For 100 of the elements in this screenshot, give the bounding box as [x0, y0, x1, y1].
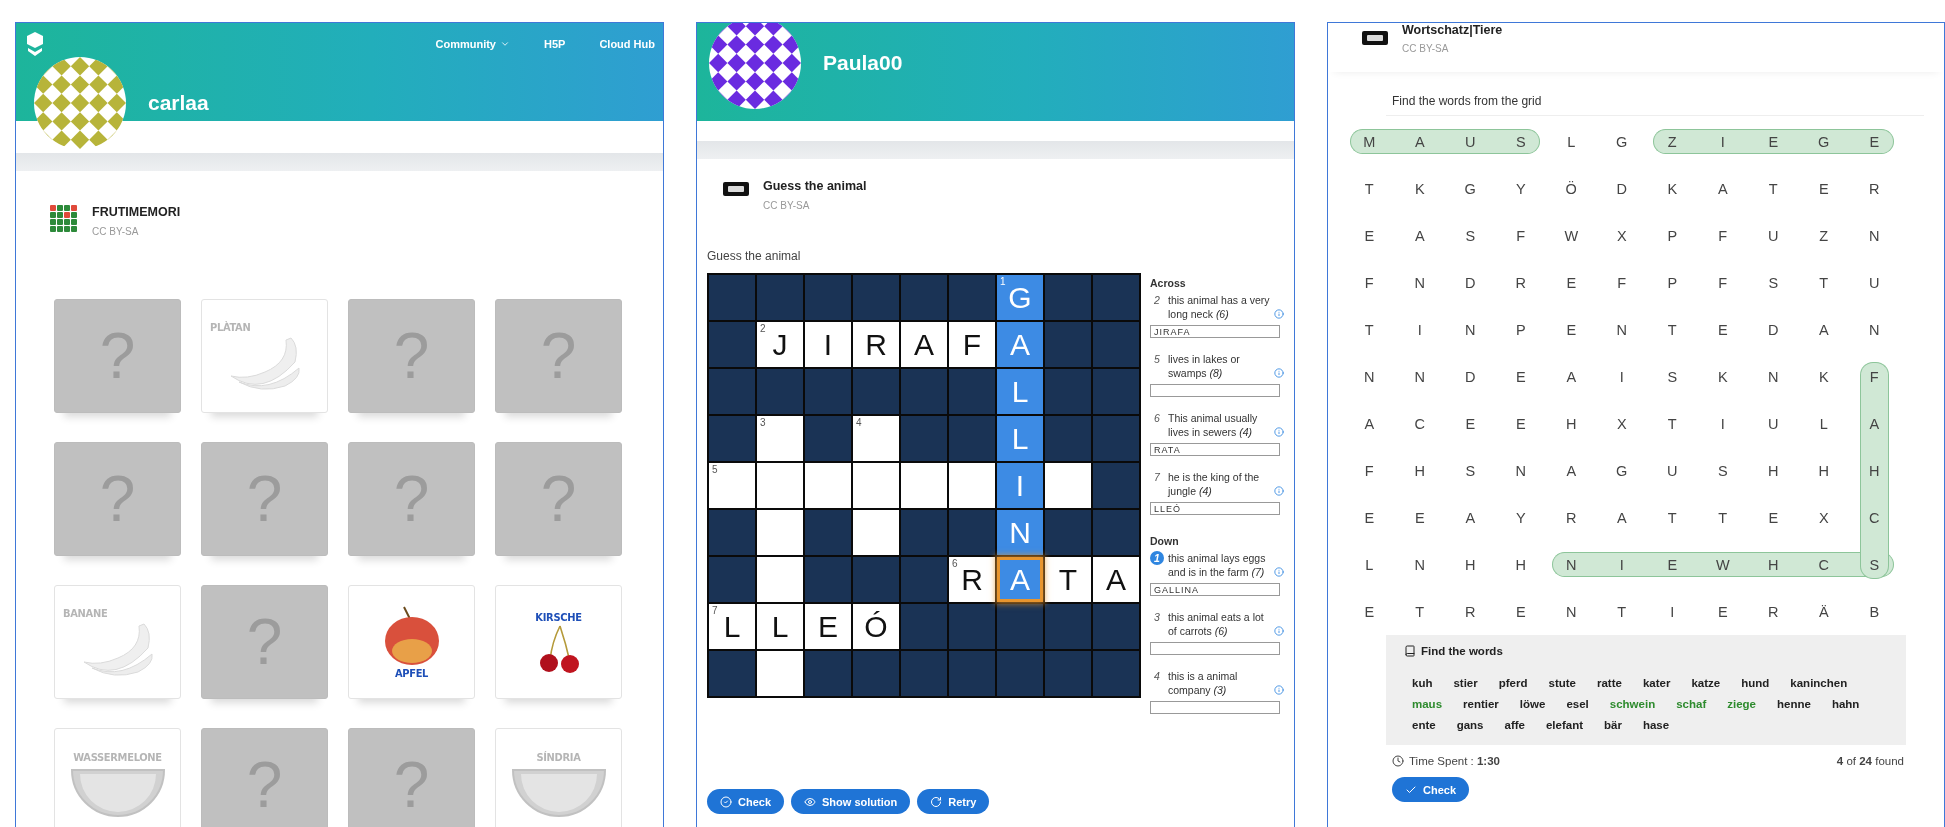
- grid-letter[interactable]: A: [1364, 415, 1375, 432]
- grid-letter[interactable]: E: [1768, 509, 1779, 526]
- letter-cell[interactable]: [853, 463, 899, 508]
- grid-letter[interactable]: Z: [1667, 133, 1677, 150]
- memory-card[interactable]: KIRSCHE: [495, 585, 622, 699]
- grid-letter[interactable]: W: [1564, 227, 1579, 244]
- grid-letter[interactable]: R: [1869, 180, 1880, 197]
- grid-letter[interactable]: A: [1566, 462, 1577, 479]
- grid-letter[interactable]: X: [1616, 227, 1627, 244]
- letter-cell[interactable]: [757, 651, 803, 696]
- grid-letter[interactable]: S: [1515, 133, 1526, 150]
- grid-letter[interactable]: F: [1718, 227, 1728, 244]
- letter-cell[interactable]: 5: [709, 463, 755, 508]
- grid-letter[interactable]: Y: [1515, 180, 1526, 197]
- grid-letter[interactable]: H: [1869, 462, 1880, 479]
- info-icon[interactable]: [1274, 368, 1284, 378]
- grid-letter[interactable]: P: [1667, 274, 1678, 291]
- grid-letter[interactable]: H: [1566, 415, 1577, 432]
- grid-letter[interactable]: S: [1465, 227, 1476, 244]
- grid-letter[interactable]: K: [1414, 180, 1425, 197]
- grid-letter[interactable]: H: [1818, 462, 1829, 479]
- letter-cell[interactable]: A: [1093, 557, 1139, 602]
- grid-letter[interactable]: S: [1717, 462, 1728, 479]
- letter-cell[interactable]: L: [757, 604, 803, 649]
- grid-letter[interactable]: G: [1464, 180, 1476, 197]
- grid-letter[interactable]: X: [1616, 415, 1627, 432]
- grid-letter[interactable]: H: [1465, 556, 1476, 573]
- answer-field[interactable]: LLEÓ: [1150, 502, 1280, 515]
- grid-letter[interactable]: N: [1414, 274, 1425, 291]
- info-icon[interactable]: [1274, 309, 1284, 319]
- grid-letter[interactable]: C: [1869, 509, 1880, 526]
- grid-letter[interactable]: F: [1617, 274, 1627, 291]
- grid-letter[interactable]: G: [1616, 133, 1628, 150]
- grid-letter[interactable]: H: [1414, 462, 1425, 479]
- grid-letter[interactable]: E: [1717, 321, 1728, 338]
- info-icon[interactable]: [1274, 685, 1284, 695]
- grid-letter[interactable]: U: [1768, 227, 1779, 244]
- grid-letter[interactable]: U: [1768, 415, 1779, 432]
- grid-letter[interactable]: D: [1465, 368, 1476, 385]
- grid-letter[interactable]: I: [1417, 321, 1422, 338]
- grid-letter[interactable]: E: [1869, 133, 1880, 150]
- grid-letter[interactable]: A: [1869, 415, 1880, 432]
- grid-letter[interactable]: L: [1567, 133, 1576, 150]
- action-button[interactable]: Check: [707, 789, 785, 814]
- grid-letter[interactable]: M: [1363, 133, 1376, 150]
- grid-letter[interactable]: N: [1566, 556, 1577, 573]
- grid-letter[interactable]: I: [1720, 415, 1725, 432]
- letter-cell[interactable]: 7 L: [709, 604, 755, 649]
- letter-cell[interactable]: [757, 463, 803, 508]
- grid-letter[interactable]: B: [1869, 603, 1880, 620]
- grid-letter[interactable]: A: [1566, 368, 1577, 385]
- grid-letter[interactable]: F: [1364, 274, 1374, 291]
- grid-letter[interactable]: A: [1818, 321, 1829, 338]
- grid-letter[interactable]: A: [1717, 180, 1728, 197]
- grid-letter[interactable]: A: [1465, 509, 1476, 526]
- grid-letter[interactable]: D: [1616, 180, 1627, 197]
- letter-cell[interactable]: E: [805, 604, 851, 649]
- info-icon[interactable]: [1274, 567, 1284, 577]
- grid-letter[interactable]: T: [1667, 509, 1677, 526]
- grid-letter[interactable]: N: [1465, 321, 1476, 338]
- grid-letter[interactable]: U: [1667, 462, 1678, 479]
- grid-letter[interactable]: N: [1768, 368, 1779, 385]
- grid-letter[interactable]: C: [1818, 556, 1829, 573]
- grid-letter[interactable]: S: [1869, 556, 1880, 573]
- grid-letter[interactable]: S: [1667, 368, 1678, 385]
- grid-letter[interactable]: R: [1465, 603, 1476, 620]
- letter-cell[interactable]: Ó: [853, 604, 899, 649]
- grid-letter[interactable]: D: [1465, 274, 1476, 291]
- answer-field[interactable]: RATA: [1150, 443, 1280, 456]
- grid-letter[interactable]: E: [1717, 603, 1728, 620]
- grid-letter[interactable]: T: [1617, 603, 1627, 620]
- answer-field[interactable]: [1150, 384, 1280, 397]
- grid-letter[interactable]: Ä: [1818, 603, 1829, 620]
- grid-letter[interactable]: K: [1667, 180, 1678, 197]
- letter-cell[interactable]: [757, 510, 803, 555]
- grid-letter[interactable]: N: [1869, 227, 1880, 244]
- action-button[interactable]: Retry: [917, 789, 990, 814]
- letter-cell[interactable]: [757, 557, 803, 602]
- grid-letter[interactable]: U: [1465, 133, 1476, 150]
- grid-letter[interactable]: T: [1718, 509, 1728, 526]
- grid-letter[interactable]: C: [1414, 415, 1425, 432]
- grid-letter[interactable]: G: [1818, 133, 1830, 150]
- letter-cell[interactable]: T: [1045, 557, 1091, 602]
- letter-cell[interactable]: [901, 463, 947, 508]
- grid-letter[interactable]: F: [1364, 462, 1374, 479]
- grid-letter[interactable]: Y: [1515, 509, 1526, 526]
- info-icon[interactable]: [1274, 427, 1284, 437]
- grid-letter[interactable]: I: [1720, 133, 1725, 150]
- answer-field[interactable]: GALLINA: [1150, 583, 1280, 596]
- grid-letter[interactable]: G: [1616, 462, 1628, 479]
- grid-letter[interactable]: S: [1465, 462, 1476, 479]
- letter-cell[interactable]: A: [901, 322, 947, 367]
- grid-letter[interactable]: L: [1819, 415, 1828, 432]
- grid-letter[interactable]: T: [1667, 321, 1677, 338]
- grid-letter[interactable]: E: [1515, 603, 1526, 620]
- letter-cell[interactable]: 4: [853, 416, 899, 461]
- grid-letter[interactable]: N: [1566, 603, 1577, 620]
- grid-letter[interactable]: H: [1768, 462, 1779, 479]
- grid-letter[interactable]: E: [1364, 227, 1375, 244]
- answer-field[interactable]: JIRAFA: [1150, 325, 1280, 338]
